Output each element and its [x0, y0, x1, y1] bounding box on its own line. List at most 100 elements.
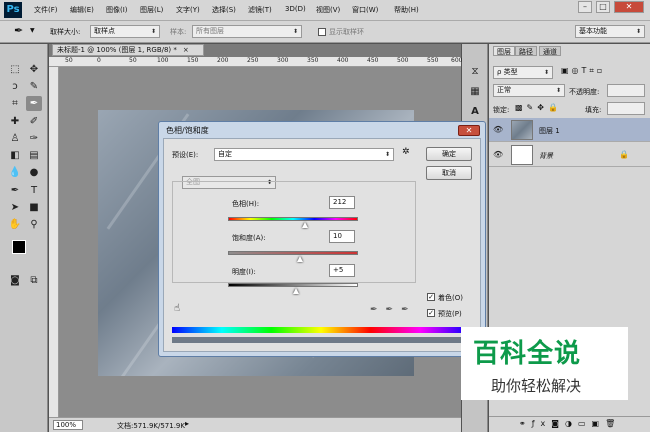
quick-select-tool-icon[interactable]: ✎: [26, 79, 42, 94]
menu-image[interactable]: 图像(I): [106, 5, 128, 15]
sample-label: 样本:: [170, 28, 187, 36]
dialog-close-icon[interactable]: ✕: [458, 125, 480, 136]
sample-size-select[interactable]: 取样点 ⬍: [90, 25, 160, 38]
gear-icon[interactable]: ✲: [402, 147, 410, 157]
ruler-mark: 200: [217, 57, 229, 64]
foreground-color-swatch[interactable]: [12, 240, 26, 254]
healing-tool-icon[interactable]: ✚: [7, 114, 23, 129]
ruler-mark: 0: [97, 57, 101, 64]
lightness-label: 明度(I):: [232, 268, 256, 276]
preview-checkbox[interactable]: ✓: [427, 309, 435, 317]
history-brush-icon[interactable]: ✑: [26, 131, 42, 146]
dodge-tool-icon[interactable]: ●: [26, 165, 42, 180]
tab-paths[interactable]: 路径: [515, 46, 537, 56]
minimize-button[interactable]: –: [578, 1, 592, 13]
ruler-mark: 300: [277, 57, 289, 64]
select-arrow-icon: ⬍: [543, 69, 549, 76]
pen-tool-icon[interactable]: ✒: [7, 183, 23, 198]
workspace-select[interactable]: 基本功能 ⬍: [575, 25, 645, 38]
layer-row[interactable]: 👁 图层 1: [489, 118, 650, 142]
ruler-mark: 600: [451, 57, 463, 64]
output-color-bar: [172, 337, 470, 343]
menu-layer[interactable]: 图层(L): [140, 5, 163, 15]
select-arrow-icon: ⬍: [635, 28, 641, 35]
ok-button[interactable]: 确定: [426, 147, 472, 161]
type-tool-icon[interactable]: T: [26, 183, 42, 198]
layer-thumbnail: [511, 120, 533, 140]
watermark-subtitle: 助你轻松解决: [491, 377, 582, 395]
sample-select[interactable]: 所有图层 ⬍: [192, 25, 302, 38]
restore-button[interactable]: □: [596, 1, 610, 13]
menu-view[interactable]: 视图(V): [316, 5, 340, 15]
fill-field[interactable]: [607, 102, 645, 115]
shape-tool-icon[interactable]: ■: [26, 200, 42, 215]
ruler-mark: 50: [65, 57, 73, 64]
saturation-slider[interactable]: [228, 251, 358, 255]
eyedropper-icons[interactable]: ✒✒✒: [370, 305, 417, 315]
marquee-tool-icon[interactable]: ⬚: [7, 62, 23, 77]
cancel-button[interactable]: 取消: [426, 166, 472, 180]
layer-filter-select[interactable]: ρ 类型 ⬍: [493, 66, 553, 79]
eye-icon[interactable]: 👁: [493, 150, 503, 159]
hand-adjust-icon[interactable]: ☝: [174, 303, 180, 314]
brush-tool-icon[interactable]: ✐: [26, 114, 42, 129]
show-ring-checkbox[interactable]: [318, 28, 326, 36]
colorize-checkbox[interactable]: ✓: [427, 293, 435, 301]
menu-filter[interactable]: 滤镜(T): [248, 5, 272, 15]
stamp-tool-icon[interactable]: ♙: [7, 131, 23, 146]
layer-row[interactable]: 👁 背景 🔒: [489, 143, 650, 167]
menu-type[interactable]: 文字(Y): [176, 5, 200, 15]
saturation-slider-thumb[interactable]: [296, 256, 303, 262]
gradient-tool-icon[interactable]: ▤: [26, 148, 42, 163]
eyedropper-icon[interactable]: ✒: [14, 24, 23, 37]
menu-select[interactable]: 选择(S): [212, 5, 236, 15]
character-panel-icon[interactable]: A: [467, 104, 483, 119]
layers-footer-icons[interactable]: ⚭ƒx◙◑▭▣🗑: [489, 416, 650, 432]
chevron-right-icon[interactable]: ▸: [185, 419, 189, 428]
menu-file[interactable]: 文件(F): [34, 5, 58, 15]
lock-icons[interactable]: ▩✎✥🔒: [515, 103, 562, 112]
blur-tool-icon[interactable]: 💧: [7, 165, 23, 180]
history-panel-icon[interactable]: ⧖: [467, 64, 483, 79]
layer-thumbnail: [511, 145, 533, 165]
vertical-ruler: [49, 67, 59, 417]
preset-select[interactable]: 自定 ⬍: [214, 148, 394, 161]
menu-window[interactable]: 窗口(W): [352, 5, 378, 15]
eyedropper-tool-icon[interactable]: ✒: [26, 96, 42, 111]
tab-channels[interactable]: 通道: [539, 46, 561, 56]
lightness-slider-thumb[interactable]: [293, 288, 300, 294]
menu-help[interactable]: 帮助(H): [394, 5, 419, 15]
ruler-mark: 50: [129, 57, 137, 64]
hue-slider[interactable]: [228, 217, 358, 221]
close-button[interactable]: ✕: [614, 1, 644, 13]
zoom-field[interactable]: 100%: [53, 420, 83, 430]
chevron-down-icon[interactable]: ▼: [30, 27, 35, 34]
blend-mode-select[interactable]: 正常 ⬍: [493, 84, 565, 97]
opacity-field[interactable]: [607, 84, 645, 97]
hue-slider-thumb[interactable]: [301, 222, 308, 228]
lightness-input[interactable]: +5: [329, 264, 355, 277]
hue-input[interactable]: 212: [329, 196, 355, 209]
eye-icon[interactable]: 👁: [493, 125, 503, 134]
screen-mode-icon[interactable]: ⧉: [26, 273, 42, 288]
move-tool-icon[interactable]: ✥: [26, 62, 42, 77]
eraser-tool-icon[interactable]: ◧: [7, 148, 23, 163]
path-select-icon[interactable]: ➤: [7, 200, 23, 215]
preset-label: 预设(E):: [172, 151, 199, 159]
crop-tool-icon[interactable]: ⌗: [7, 96, 23, 111]
menu-3d[interactable]: 3D(D): [285, 5, 306, 13]
document-tab[interactable]: 未标题-1 @ 100% (图层 1, RGB/8) * ×: [52, 44, 204, 56]
lightness-slider[interactable]: [228, 283, 358, 287]
hand-tool-icon[interactable]: ✋: [7, 217, 23, 232]
zoom-tool-icon[interactable]: ⚲: [26, 217, 42, 232]
lasso-tool-icon[interactable]: ↄ: [7, 79, 23, 94]
ruler-mark: 550: [427, 57, 439, 64]
close-icon[interactable]: ×: [183, 46, 189, 54]
show-ring-label: 显示取样环: [329, 28, 364, 36]
tab-layers[interactable]: 图层: [493, 46, 515, 56]
saturation-input[interactable]: 10: [329, 230, 355, 243]
menu-edit[interactable]: 编辑(E): [70, 5, 94, 15]
properties-panel-icon[interactable]: ▦: [467, 84, 483, 99]
filter-icons[interactable]: ▣◎T⌗▫: [561, 66, 605, 76]
quick-mask-icon[interactable]: ◙: [7, 273, 23, 288]
